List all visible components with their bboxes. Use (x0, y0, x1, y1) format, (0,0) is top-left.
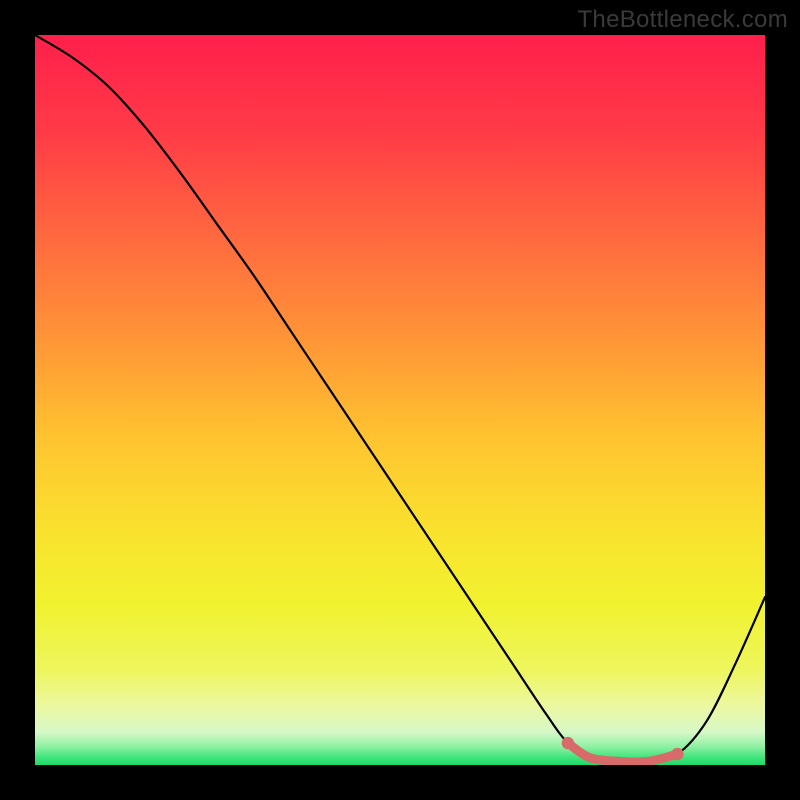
plot-area (35, 35, 765, 765)
chart-frame: TheBottleneck.com (0, 0, 800, 800)
optimal-segment (568, 743, 678, 762)
bottleneck-curve (35, 35, 765, 762)
curve-layer (35, 35, 765, 765)
watermark-label: TheBottleneck.com (577, 6, 788, 34)
